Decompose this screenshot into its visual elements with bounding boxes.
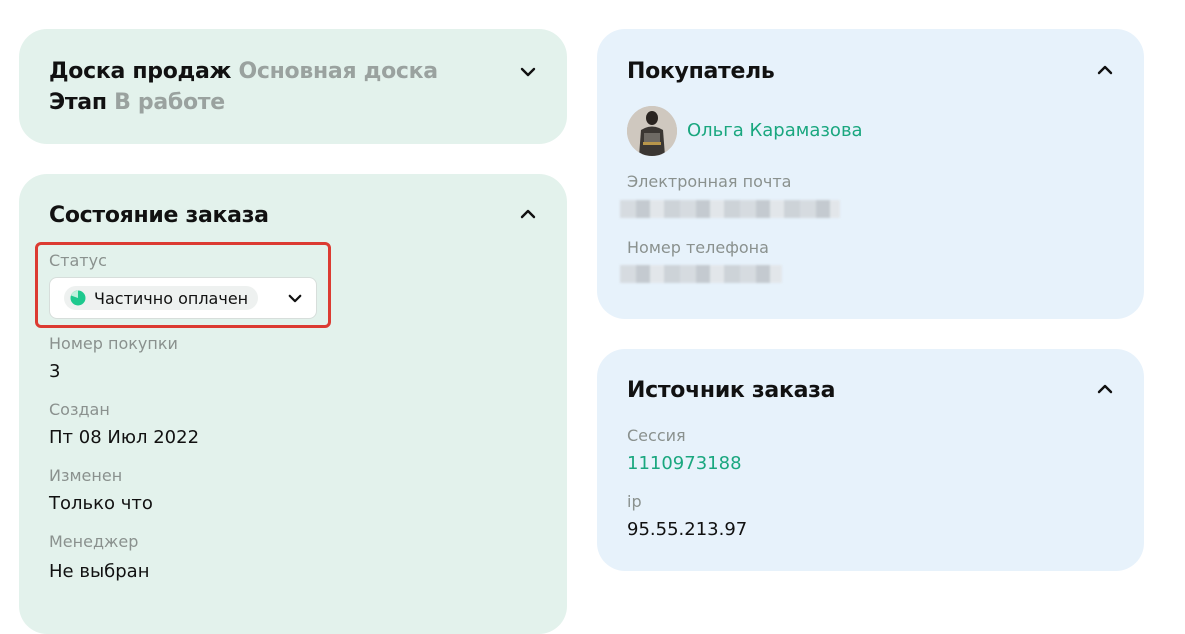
chevron-up-icon[interactable]	[517, 203, 539, 225]
sales-board-label: Доска продаж	[49, 59, 232, 84]
ip-value: 95.55.213.97	[627, 519, 748, 540]
buyer-title: Покупатель	[627, 59, 775, 84]
avatar[interactable]	[627, 106, 677, 156]
created-label: Создан	[49, 400, 110, 419]
phone-label: Номер телефона	[627, 238, 769, 257]
order-state-title: Состояние заказа	[49, 203, 269, 228]
stage-line: Этап В работе	[49, 90, 225, 115]
order-source-title: Источник заказа	[627, 378, 836, 403]
changed-label: Изменен	[49, 466, 123, 485]
manager-value: Не выбран	[49, 561, 150, 582]
buyer-name-link[interactable]: Ольга Карамазова	[687, 120, 863, 141]
session-link[interactable]: 1110973188	[627, 453, 742, 474]
purchase-number-label: Номер покупки	[49, 334, 178, 353]
phone-value-blurred	[620, 265, 782, 283]
manager-label: Менеджер	[49, 532, 139, 551]
session-label: Сессия	[627, 426, 686, 445]
sales-board-value: Основная доска	[238, 59, 439, 84]
created-value: Пт 08 Июл 2022	[49, 427, 200, 448]
sales-board-line: Доска продаж Основная доска	[49, 59, 438, 84]
chevron-down-icon[interactable]	[517, 61, 539, 83]
chevron-up-icon[interactable]	[1094, 59, 1116, 81]
stage-label: Этап	[49, 90, 107, 115]
sales-board-card: Доска продаж Основная доска Этап В работ…	[19, 29, 567, 144]
email-value-blurred	[620, 200, 840, 218]
status-highlight-frame	[35, 242, 331, 328]
stage-value: В работе	[114, 90, 225, 115]
purchase-number-value: 3	[49, 361, 61, 382]
ip-label: ip	[627, 492, 642, 511]
email-label: Электронная почта	[627, 172, 792, 191]
chevron-up-icon[interactable]	[1094, 378, 1116, 400]
changed-value: Только что	[49, 493, 153, 514]
